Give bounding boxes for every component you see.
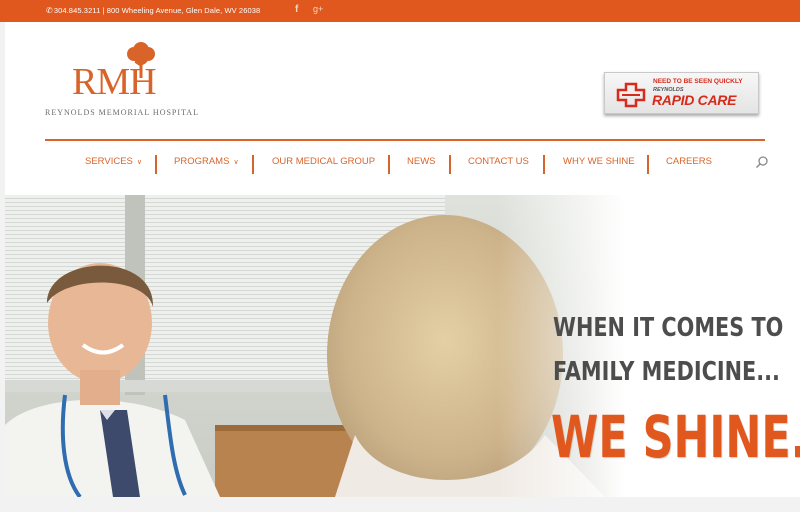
nav-separator bbox=[543, 155, 545, 174]
hero-headline-line3: WE SHINE. bbox=[551, 403, 800, 471]
page-container: RMH REYNOLDS MEMORIAL HOSPITAL NEED TO B… bbox=[5, 22, 800, 497]
nav-separator bbox=[449, 155, 451, 174]
facebook-icon[interactable]: f bbox=[295, 4, 298, 15]
nav-separator bbox=[252, 155, 254, 174]
nav-separator bbox=[388, 155, 390, 174]
search-icon[interactable] bbox=[755, 155, 769, 169]
nav-item-label: SERVICES bbox=[85, 156, 133, 167]
page-bottom-strip bbox=[0, 497, 800, 512]
nav-item-label: PROGRAMS bbox=[174, 156, 230, 167]
hero-headline-line2: FAMILY MEDICINE... bbox=[553, 357, 780, 387]
contact-text: 304.845.3211 | 800 Wheeling Avenue, Glen… bbox=[53, 6, 261, 15]
nav-item-contact-us[interactable]: CONTACT US bbox=[468, 156, 529, 167]
logo-subtitle: REYNOLDS MEMORIAL HOSPITAL bbox=[45, 108, 199, 117]
rapid-care-tagline: NEED TO BE SEEN QUICKLY bbox=[653, 78, 743, 85]
google-plus-icon[interactable]: g+ bbox=[313, 4, 323, 14]
nav-item-services[interactable]: SERVICES ∨ bbox=[85, 156, 142, 167]
nav-separator bbox=[155, 155, 157, 174]
main-navigation: SERVICES ∨ PROGRAMS ∨ OUR MEDICAL GROUP NE… bbox=[45, 152, 775, 176]
top-contact-bar: ✆304.845.3211 | 800 Wheeling Avenue, Gle… bbox=[0, 0, 800, 22]
phone-icon: ✆ bbox=[46, 6, 53, 15]
chevron-down-icon: ∨ bbox=[233, 159, 239, 166]
rapid-care-banner[interactable]: NEED TO BE SEEN QUICKLY REYNOLDS RAPID C… bbox=[604, 72, 759, 114]
nav-item-programs[interactable]: PROGRAMS ∨ bbox=[174, 156, 239, 167]
logo-letters: RMH bbox=[72, 61, 157, 103]
nav-item-careers[interactable]: CAREERS bbox=[666, 156, 712, 167]
medical-cross-icon bbox=[616, 82, 646, 108]
rapid-care-name: RAPID CARE bbox=[652, 92, 737, 108]
nav-separator bbox=[647, 155, 649, 174]
nav-divider bbox=[45, 139, 765, 141]
hospital-logo[interactable]: RMH REYNOLDS MEMORIAL HOSPITAL bbox=[45, 40, 205, 120]
nav-item-our-medical-group[interactable]: OUR MEDICAL GROUP bbox=[272, 156, 375, 167]
nav-item-why-we-shine[interactable]: WHY WE SHINE bbox=[563, 156, 635, 167]
nav-item-news[interactable]: NEWS bbox=[407, 156, 436, 167]
hero-banner: WHEN IT COMES TO FAMILY MEDICINE... WE S… bbox=[5, 195, 800, 497]
hero-headline-line1: WHEN IT COMES TO bbox=[553, 313, 784, 343]
contact-info: ✆304.845.3211 | 800 Wheeling Avenue, Gle… bbox=[46, 6, 260, 15]
chevron-down-icon: ∨ bbox=[136, 159, 142, 166]
